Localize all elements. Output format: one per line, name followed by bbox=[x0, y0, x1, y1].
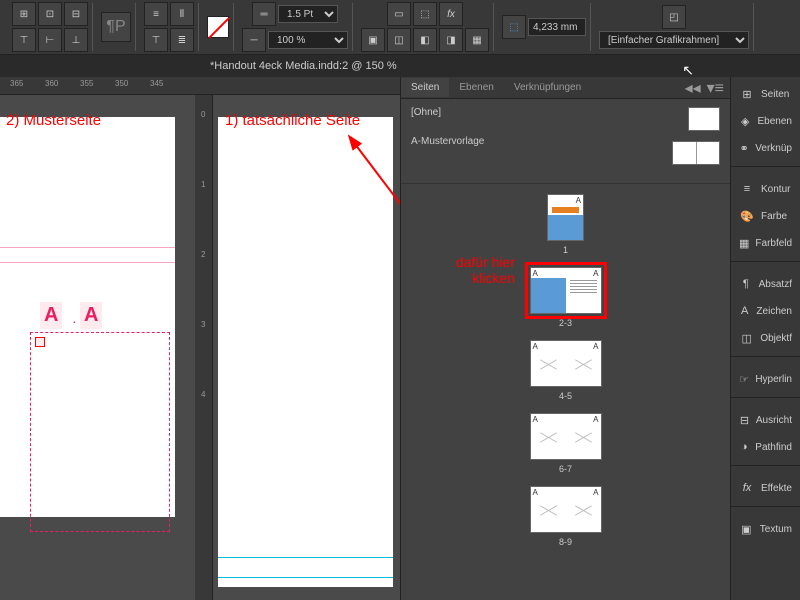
textwrap-icon: ▣ bbox=[739, 522, 754, 536]
annotation-actual: 1) tatsächliche Seite bbox=[225, 112, 360, 129]
stroke-percent-select[interactable]: 100 % bbox=[268, 31, 348, 49]
sidebar-absatzformate[interactable]: ¶Absatzf bbox=[731, 271, 800, 298]
wrap-skip-icon[interactable]: ▦ bbox=[465, 28, 489, 52]
actual-page-preview[interactable] bbox=[218, 117, 393, 587]
ruler-vertical: 0 1 2 3 4 bbox=[195, 95, 213, 600]
effects-icon: fx bbox=[739, 481, 755, 495]
color-icon: 🎨 bbox=[739, 209, 755, 223]
character-icon: A bbox=[739, 304, 750, 318]
corner-options-icon[interactable]: ◰ bbox=[662, 5, 686, 29]
swatches-icon: ▦ bbox=[739, 236, 749, 250]
master-a-marker-1: A bbox=[40, 302, 62, 329]
sidebar-effekte[interactable]: fxEffekte bbox=[731, 475, 800, 502]
crop-icon[interactable]: ⬚ bbox=[502, 15, 526, 39]
links-icon: ⚭ bbox=[739, 141, 749, 155]
canvas-area: 365 360 355 350 345 0 1 2 3 4 A · A bbox=[0, 77, 400, 600]
master-a-marker-2: A bbox=[80, 302, 102, 329]
spread-6-7-label: 6-7 bbox=[559, 464, 572, 474]
sidebar-textumfluss[interactable]: ▣Textum bbox=[731, 516, 800, 543]
sidebar-seiten[interactable]: ⊞Seiten bbox=[731, 81, 800, 108]
spread-1[interactable]: A 1 bbox=[411, 194, 720, 255]
main-area: 365 360 355 350 345 0 1 2 3 4 A · A bbox=[0, 77, 800, 600]
measurement-input[interactable] bbox=[528, 18, 586, 36]
spread-4-5[interactable]: A A 4-5 bbox=[411, 340, 720, 401]
align-icon: ⊟ bbox=[739, 413, 750, 427]
master-section: [Ohne] A-Mustervorlage bbox=[401, 99, 730, 184]
object-icon: ◫ bbox=[739, 331, 754, 345]
stroke-weight-select[interactable]: 1.5 Pt bbox=[278, 5, 338, 23]
panel-collapse-icon[interactable]: ◂◂ bbox=[685, 78, 701, 98]
tab-verknuepfungen[interactable]: Verknüpfungen bbox=[504, 78, 591, 97]
paragraph-icon: ¶ bbox=[739, 277, 753, 291]
effects-icon[interactable]: ⬚ bbox=[413, 2, 437, 26]
panel-menu-icon[interactable]: ▾≡ bbox=[707, 78, 724, 98]
master-none-label[interactable]: [Ohne] bbox=[411, 107, 484, 118]
tab-seiten[interactable]: Seiten bbox=[401, 78, 449, 97]
wrap-none-icon[interactable]: ▣ bbox=[361, 28, 385, 52]
document-tab-bar: *Handout 4eck Media.indd:2 @ 150 % bbox=[0, 55, 800, 77]
pages-icon: ⊞ bbox=[739, 87, 755, 101]
spreads-section: dafür hier klicken A 1 A A bbox=[401, 184, 730, 600]
stroke-icon: ≡ bbox=[739, 182, 755, 196]
text-frame-outline bbox=[30, 332, 170, 532]
master-template-label[interactable]: A-Mustervorlage bbox=[411, 136, 484, 147]
stroke-style-icon[interactable]: ═ bbox=[252, 2, 276, 26]
pages-panel: Seiten Ebenen Verknüpfungen ◂◂ ▾≡ [Ohne]… bbox=[400, 77, 730, 600]
annotation-click-here: dafür hier klicken bbox=[456, 254, 515, 286]
align-right-icon[interactable]: ⊟ bbox=[64, 2, 88, 26]
top-toolbar: ⊞ ⊡ ⊟ ⊤ ⊢ ⊥ ¶P ≡ ⦀ ⊤ ≣ ═ 1.5 Pt ─ 100 % bbox=[0, 0, 800, 55]
pathfinder-icon: ◑ bbox=[739, 440, 749, 454]
vertical-align-icon[interactable]: ⊤ bbox=[144, 28, 168, 52]
spread-6-7[interactable]: A A 6-7 bbox=[411, 413, 720, 474]
stroke-type-icon[interactable]: ─ bbox=[242, 28, 266, 52]
align-middle-icon[interactable]: ⊢ bbox=[38, 28, 62, 52]
cursor-icon: ↖ bbox=[682, 62, 694, 79]
wrap-bounding-icon[interactable]: ◫ bbox=[387, 28, 411, 52]
sidebar-ebenen[interactable]: ◈Ebenen bbox=[731, 108, 800, 135]
align-bottom-icon[interactable]: ⊥ bbox=[64, 28, 88, 52]
panel-tab-bar: Seiten Ebenen Verknüpfungen ◂◂ ▾≡ bbox=[401, 77, 730, 99]
sidebar-farbe[interactable]: 🎨Farbe bbox=[731, 203, 800, 230]
spread-8-9[interactable]: A A 8-9 bbox=[411, 486, 720, 547]
sidebar-pathfinder[interactable]: ◑Pathfind bbox=[731, 434, 800, 461]
spread-8-9-label: 8-9 bbox=[559, 537, 572, 547]
document-tab[interactable]: *Handout 4eck Media.indd:2 @ 150 % bbox=[200, 57, 407, 75]
rect-frame-icon[interactable]: ▭ bbox=[387, 2, 411, 26]
paragraph-style-icon[interactable]: ¶P bbox=[101, 12, 131, 42]
master-dot: · bbox=[72, 313, 77, 329]
annotation-master: 2) Musterseite bbox=[6, 112, 101, 129]
sidebar-objektformate[interactable]: ◫Objektf bbox=[731, 325, 800, 352]
sidebar-kontur[interactable]: ≡Kontur bbox=[731, 176, 800, 203]
align-top-icon[interactable]: ⊤ bbox=[12, 28, 36, 52]
wrap-jump-icon[interactable]: ◨ bbox=[439, 28, 463, 52]
text-align-icon[interactable]: ≡ bbox=[144, 2, 168, 26]
right-sidebar: ⊞Seiten ◈Ebenen ⚭Verknüp ≡Kontur 🎨Farbe … bbox=[730, 77, 800, 600]
layers-icon: ◈ bbox=[739, 114, 752, 128]
hyperlink-icon: ☞ bbox=[739, 372, 749, 386]
sidebar-ausrichten[interactable]: ⊟Ausricht bbox=[731, 407, 800, 434]
align-left-icon[interactable]: ⊞ bbox=[12, 2, 36, 26]
ruler-horizontal: 365 360 355 350 345 bbox=[0, 77, 400, 95]
fill-swatch[interactable] bbox=[207, 16, 229, 38]
sidebar-zeichenformate[interactable]: AZeichen bbox=[731, 298, 800, 325]
frame-type-select[interactable]: [Einfacher Grafikrahmen] bbox=[599, 31, 749, 49]
align-center-icon[interactable]: ⊡ bbox=[38, 2, 62, 26]
columns-icon[interactable]: ⦀ bbox=[170, 2, 194, 26]
spread-4-5-label: 4-5 bbox=[559, 391, 572, 401]
spread-2-3-label: 2-3 bbox=[559, 318, 572, 328]
master-thumb-none[interactable] bbox=[688, 107, 720, 131]
sidebar-hyperlinks[interactable]: ☞Hyperlin bbox=[731, 366, 800, 393]
sidebar-farbfelder[interactable]: ▦Farbfeld bbox=[731, 230, 800, 257]
tab-ebenen[interactable]: Ebenen bbox=[449, 78, 503, 97]
fx-icon[interactable]: fx bbox=[439, 2, 463, 26]
master-thumb-a[interactable] bbox=[672, 141, 720, 165]
justify-icon[interactable]: ≣ bbox=[170, 28, 194, 52]
wrap-shape-icon[interactable]: ◧ bbox=[413, 28, 437, 52]
sidebar-verknuepfungen[interactable]: ⚭Verknüp bbox=[731, 135, 800, 162]
master-page-preview[interactable]: A · A bbox=[0, 117, 175, 517]
spread-1-label: 1 bbox=[563, 245, 568, 255]
